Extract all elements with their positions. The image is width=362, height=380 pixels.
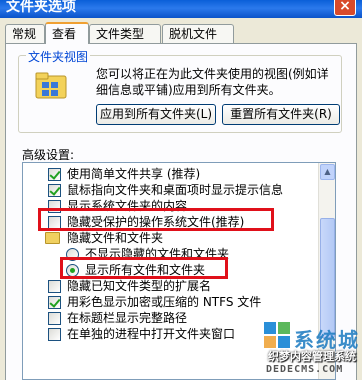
list-item-label: 在单独的进程中打开文件夹窗口 (67, 327, 236, 341)
list-item-label: 用彩色显示加密或压缩的 NTFS 文件 (67, 295, 262, 309)
title-bar: 文件夹选项 × (0, 0, 362, 18)
folder-view-icon (35, 72, 67, 99)
watermark-subtitle: 织梦内容管理系统 (268, 350, 356, 363)
tab-file-types[interactable]: 文件类型 (89, 24, 161, 43)
list-item-label: 隐藏已知文件类型的扩展名 (67, 279, 212, 293)
tab-offline-files[interactable]: 脱机文件 (162, 24, 234, 43)
hide-extensions-checkbox[interactable] (48, 280, 61, 293)
full-path-title-checkbox[interactable] (48, 312, 61, 325)
tab-view[interactable]: 查看 (45, 22, 89, 44)
folder-icon (45, 232, 60, 244)
list-item-label: 隐藏文件和文件夹 (67, 231, 164, 245)
tab-general[interactable]: 常规 (5, 24, 45, 43)
color-ntfs-checkbox[interactable] (48, 296, 61, 309)
separate-process-checkbox[interactable] (48, 328, 61, 341)
folder-views-legend: 文件夹视图 (26, 48, 91, 65)
advanced-settings-label: 高级设置: (22, 148, 75, 162)
close-button[interactable]: × (334, 0, 356, 16)
watermark-logo-icon (264, 322, 290, 348)
reset-all-folders-button[interactable]: 重置所有文件夹(R) (222, 104, 340, 125)
show-tips-checkbox[interactable] (48, 184, 61, 197)
watermark-url: DEDECMS.COM (266, 364, 344, 375)
list-item-label: 鼠标指向文件夹和桌面项时显示提示信息 (67, 183, 284, 197)
simple-sharing-checkbox[interactable] (48, 168, 61, 181)
folder-views-description: 您可以将正在为此文件夹使用的视图(例如详细信息或平铺)应用到所有文件夹。 (96, 67, 329, 97)
apply-to-all-folders-button[interactable]: 应用到所有文件夹(L) (96, 104, 216, 125)
highlight-box (60, 257, 228, 279)
watermark: 系统城 织梦内容管理系统 DEDECMS.COM (248, 318, 362, 380)
list-item-label: 使用简单文件共享 (推荐) (67, 167, 201, 181)
scroll-up-icon[interactable]: ▲ (320, 164, 335, 180)
list-item-label: 在标题栏显示完整路径 (67, 311, 188, 325)
highlight-box (38, 208, 274, 231)
window-title: 文件夹选项 (6, 0, 76, 15)
